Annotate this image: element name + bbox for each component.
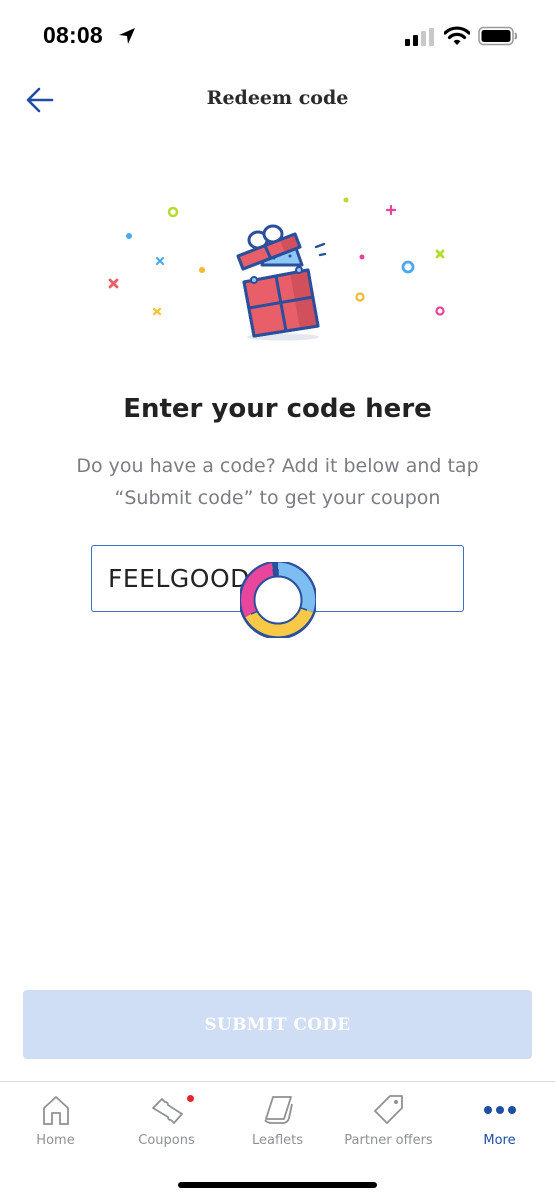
- location-arrow-icon: [119, 28, 135, 44]
- ticket-icon: [151, 1098, 183, 1124]
- loading-spinner-icon: [240, 562, 316, 638]
- home-icon: [42, 1096, 69, 1125]
- tab-label: Leaflets: [251, 1133, 304, 1148]
- heading: Enter your code here: [123, 394, 432, 424]
- leaflet-icon: [263, 1096, 293, 1124]
- submit-code-button[interactable]: SUBMIT CODE: [23, 990, 532, 1059]
- page-title: Redeem code: [206, 87, 349, 109]
- tag-icon: [373, 1095, 403, 1124]
- tab-more[interactable]: More: [444, 1082, 555, 1162]
- tab-coupons[interactable]: Coupons: [111, 1082, 222, 1162]
- tab-partner-offers[interactable]: Partner offers: [333, 1082, 444, 1162]
- home-indicator[interactable]: [178, 1182, 377, 1188]
- description-text: Do you have a code? Add it below and tap…: [76, 455, 479, 509]
- tab-label: More: [483, 1133, 516, 1148]
- tab-label: Coupons: [138, 1133, 195, 1148]
- tab-label: Partner offers: [344, 1133, 433, 1148]
- status-time: 08:08: [43, 22, 103, 48]
- status-bar: 08:08: [0, 0, 555, 72]
- more-dots-icon: [483, 1106, 516, 1114]
- wifi-icon: [444, 26, 470, 45]
- coupons-badge: [187, 1095, 194, 1102]
- cellular-signal-icon: [405, 28, 434, 46]
- nav-bar: Redeem code: [0, 72, 555, 128]
- gift-box-illustration: [108, 197, 445, 341]
- tab-home[interactable]: Home: [0, 1082, 111, 1162]
- tab-leaflets[interactable]: Leaflets: [222, 1082, 333, 1162]
- battery-icon: [478, 26, 518, 46]
- gift-box-icon: [236, 224, 320, 338]
- tab-label: Home: [36, 1133, 75, 1148]
